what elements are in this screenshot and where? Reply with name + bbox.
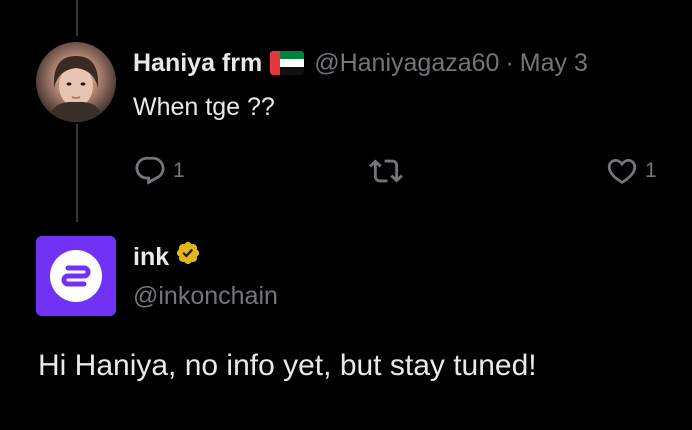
tweet-text: Hi Haniya, no info yet, but stay tuned! [38, 349, 537, 382]
like-button[interactable]: 1 [605, 154, 657, 188]
uae-flag-icon [270, 51, 305, 75]
avatar[interactable] [36, 236, 116, 316]
display-name[interactable]: Haniya frm [133, 48, 262, 78]
ink-logo-icon [50, 250, 102, 302]
display-name[interactable]: ink [133, 241, 169, 273]
avatar-portrait-icon [50, 56, 102, 122]
reply-text: When tge ?? [133, 93, 275, 121]
separator-dot: · [505, 49, 514, 77]
action-bar: 1 1 [133, 154, 692, 190]
gold-verified-badge-icon[interactable] [175, 240, 201, 274]
like-count: 1 [645, 159, 657, 182]
user-handle[interactable]: @inkonchain [133, 280, 278, 312]
timestamp[interactable]: May 3 [520, 48, 588, 78]
comment-icon [135, 156, 165, 185]
user-handle[interactable]: @Haniyagaza60 [314, 48, 499, 78]
reply-count: 1 [173, 159, 185, 182]
avatar[interactable] [36, 42, 116, 122]
reply-button[interactable]: 1 [133, 154, 185, 188]
repost-icon [369, 159, 403, 183]
author-name-row: ink [133, 240, 201, 274]
reply-header: Haniya frm @Haniyagaza60 · May 3 [133, 48, 588, 78]
thread-connector [76, 124, 78, 222]
repost-button[interactable] [369, 154, 403, 188]
thread-connector-top [76, 0, 78, 36]
heart-icon [607, 158, 637, 184]
